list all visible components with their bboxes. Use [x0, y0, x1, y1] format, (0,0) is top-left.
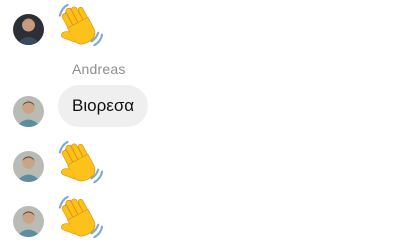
waving-hand-icon[interactable]: [57, 140, 103, 186]
sender-name: Andreas: [72, 61, 126, 77]
message-bubble[interactable]: Βιορεσα: [58, 85, 149, 127]
chat-thread: Andreas Βιορεσα: [0, 0, 400, 250]
waving-hand-icon[interactable]: [57, 195, 103, 241]
avatar[interactable]: [13, 206, 44, 237]
avatar[interactable]: [13, 14, 44, 45]
avatar[interactable]: [13, 96, 44, 127]
waving-hand-icon[interactable]: [57, 3, 103, 49]
message-text: Βιορεσα: [72, 96, 135, 115]
avatar[interactable]: [13, 151, 44, 182]
